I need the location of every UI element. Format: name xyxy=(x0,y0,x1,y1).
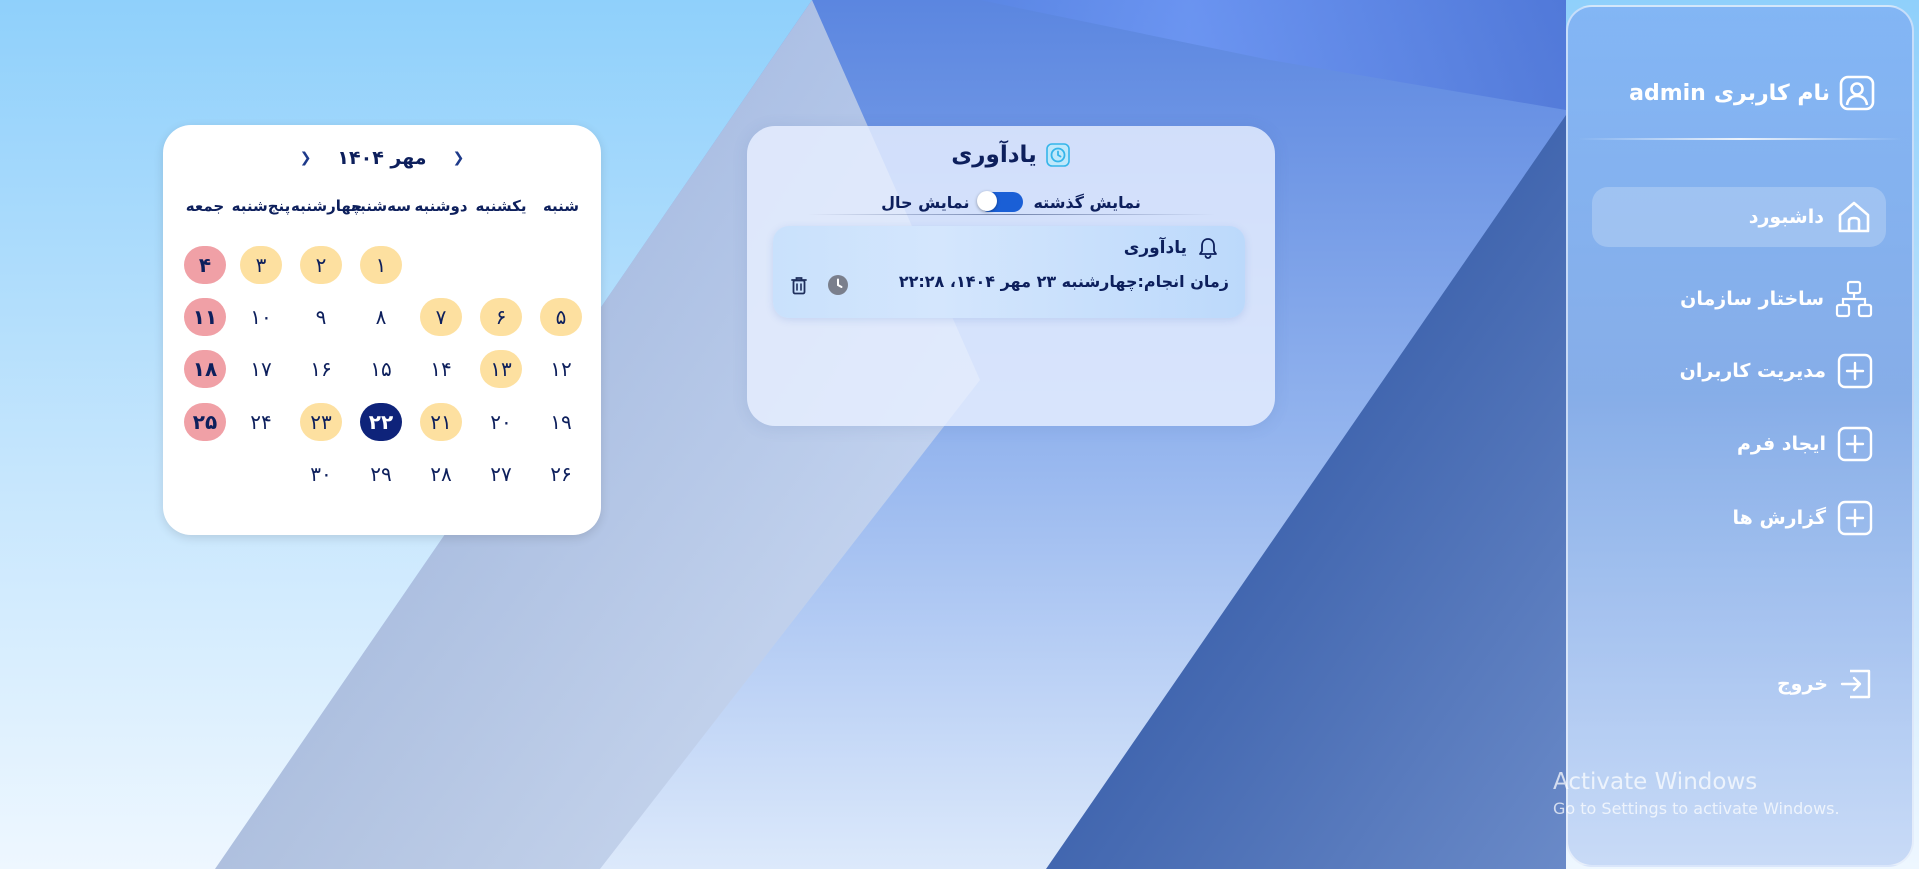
calendar-day[interactable]: ۵ xyxy=(540,298,582,336)
home-icon xyxy=(1834,197,1874,237)
calendar-day[interactable]: ۹ xyxy=(300,298,342,336)
calendar-day[interactable]: ۱۲ xyxy=(540,350,582,388)
calendar-day[interactable]: ۱۰ xyxy=(240,298,282,336)
calendar-day[interactable]: ۲۵ xyxy=(184,403,226,441)
calendar-day[interactable]: ۱۳ xyxy=(480,350,522,388)
user-label: نام کاربری xyxy=(1713,80,1830,106)
calendar-day[interactable]: ۲۸ xyxy=(420,455,462,493)
calendar-day[interactable]: ۲۹ xyxy=(360,455,402,493)
plus-square-icon xyxy=(1836,425,1874,463)
reminder-title-text: یادآوری xyxy=(951,142,1037,168)
sidebar: نام کاربری admin داشبورد ساختار سازمان م… xyxy=(1566,5,1914,867)
reminder-item[interactable]: یادآوری زمان انجام:چهارشنبه ۲۳ مهر ۱۴۰۴،… xyxy=(773,226,1245,318)
reminder-item-title-row: یادآوری xyxy=(1124,236,1219,260)
next-month-chevron-icon[interactable]: ❯ xyxy=(453,150,465,166)
calendar-day[interactable]: ۱۸ xyxy=(184,350,226,388)
clock-icon xyxy=(1045,142,1071,168)
weekday-label: چهارشنبه xyxy=(291,197,363,215)
weekday-label: جمعه xyxy=(185,197,225,215)
past-present-toggle[interactable] xyxy=(977,191,1024,212)
calendar-header: ❯ مهر ۱۴۰۴ ❯ xyxy=(163,147,601,169)
calendar-day[interactable]: ۱۴ xyxy=(420,350,462,388)
calendar-day[interactable]: ۱۹ xyxy=(540,403,582,441)
calendar-day[interactable]: ۱۶ xyxy=(300,350,342,388)
calendar-day[interactable]: ۴ xyxy=(184,246,226,284)
calendar-day[interactable]: ۲۰ xyxy=(480,403,522,441)
weekday-label: دوشنبه xyxy=(414,197,468,215)
weekday-label: یکشنبه xyxy=(475,197,527,215)
calendar-day[interactable]: ۲ xyxy=(300,246,342,284)
calendar-day[interactable]: ۲۷ xyxy=(480,455,522,493)
org-structure-icon xyxy=(1834,279,1874,319)
activate-windows-watermark: Activate Windows Go to Settings to activ… xyxy=(1553,768,1840,820)
calendar-day[interactable]: ۲۶ xyxy=(540,455,582,493)
reminder-item-time: زمان انجام:چهارشنبه ۲۳ مهر ۱۴۰۴، ۲۲:۲۸ xyxy=(898,272,1229,291)
plus-square-icon xyxy=(1836,352,1874,390)
user-info: نام کاربری admin xyxy=(1629,73,1876,113)
toggle-past-label: نمایش گذشته xyxy=(1033,192,1141,212)
sidebar-item-label: ایجاد فرم xyxy=(1736,433,1826,455)
calendar-day[interactable]: ۷ xyxy=(420,298,462,336)
reminder-panel: یادآوری نمایش حال نمایش گذشته یادآوری زم… xyxy=(747,126,1275,426)
calendar-widget: ❯ مهر ۱۴۰۴ ❯ شنبه یکشنبه دوشنبه سه‌شنبه چهار… xyxy=(163,125,601,535)
sidebar-item-label: داشبورد xyxy=(1748,206,1824,228)
calendar-month-label: مهر ۱۴۰۴ xyxy=(337,147,427,169)
sidebar-item-reports[interactable]: گزارش ها xyxy=(1592,488,1886,548)
user-name: admin xyxy=(1629,80,1706,106)
toggle-present-label: نمایش حال xyxy=(881,192,970,212)
calendar-day[interactable]: ۱۱ xyxy=(184,298,226,336)
reminder-divider xyxy=(807,214,1215,215)
plus-square-icon xyxy=(1836,499,1874,537)
past-present-toggle-row: نمایش حال نمایش گذشته xyxy=(747,191,1275,212)
sidebar-item-dashboard[interactable]: داشبورد xyxy=(1592,187,1886,247)
sidebar-item-label: مدیریت کاربران xyxy=(1679,360,1826,382)
sidebar-item-label: خروج xyxy=(1776,673,1828,695)
calendar-day[interactable]: ۶ xyxy=(480,298,522,336)
calendar-day[interactable]: ۱۷ xyxy=(240,350,282,388)
calendar-day[interactable]: ۱۵ xyxy=(360,350,402,388)
calendar-day-today[interactable]: ۲۲ xyxy=(360,403,402,441)
calendar-day[interactable]: ۸ xyxy=(360,298,402,336)
reminder-snooze-clock-icon[interactable] xyxy=(827,274,849,296)
bell-icon xyxy=(1197,236,1219,260)
weekday-label: شنبه xyxy=(542,197,580,215)
calendar-day[interactable]: ۲۱ xyxy=(420,403,462,441)
sidebar-item-label: ساختار سازمان xyxy=(1680,288,1824,310)
delete-trash-icon[interactable] xyxy=(789,274,809,296)
reminder-panel-title: یادآوری xyxy=(747,142,1275,168)
sidebar-item-org-structure[interactable]: ساختار سازمان xyxy=(1592,269,1886,329)
calendar-day[interactable]: ۳ xyxy=(240,246,282,284)
prev-month-chevron-icon[interactable]: ❯ xyxy=(300,150,312,166)
sidebar-item-user-management[interactable]: مدیریت کاربران xyxy=(1592,341,1886,401)
calendar-day[interactable]: ۲۳ xyxy=(300,403,342,441)
calendar-day[interactable]: ۲۴ xyxy=(240,403,282,441)
sidebar-item-logout[interactable]: خروج xyxy=(1592,654,1886,714)
weekday-label: پنج‌شنبه xyxy=(231,197,291,215)
calendar-day[interactable]: ۱ xyxy=(360,246,402,284)
sidebar-item-label: گزارش ها xyxy=(1732,507,1826,529)
sidebar-item-create-form[interactable]: ایجاد فرم xyxy=(1592,414,1886,474)
logout-icon xyxy=(1838,666,1874,702)
reminder-item-title: یادآوری xyxy=(1123,238,1187,258)
user-profile-icon xyxy=(1838,74,1876,112)
watermark-subtitle: Go to Settings to activate Windows. xyxy=(1553,799,1840,818)
calendar-weekdays: شنبه یکشنبه دوشنبه سه‌شنبه چهارشنبه پنج‌شنبه ج… xyxy=(163,197,601,221)
watermark-title: Activate Windows xyxy=(1553,769,1758,795)
calendar-day[interactable]: ۳۰ xyxy=(300,455,342,493)
sidebar-divider xyxy=(1578,138,1902,140)
